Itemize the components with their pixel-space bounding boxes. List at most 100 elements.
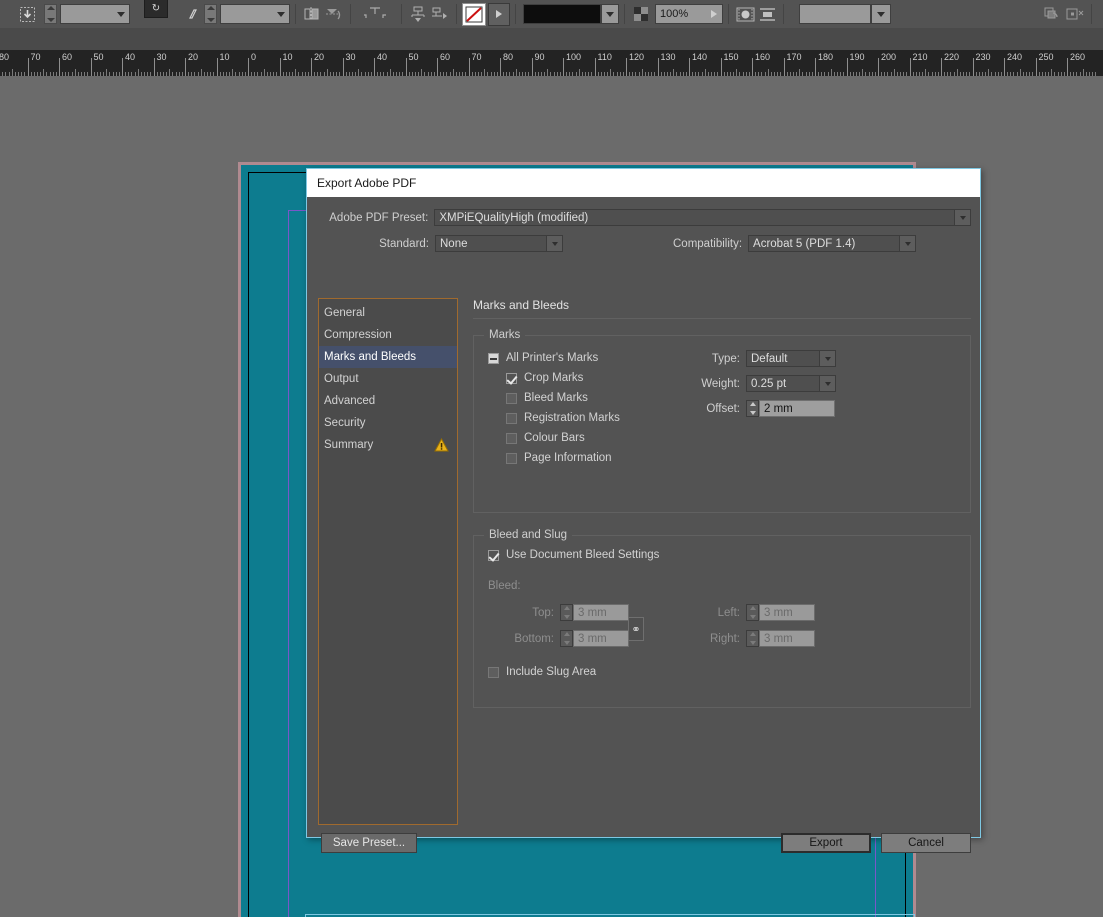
bleed-bottom-input[interactable]: 3 mm — [573, 630, 629, 647]
bleed-bottom-stepper[interactable] — [560, 630, 573, 647]
chevron-down-icon[interactable] — [272, 5, 289, 23]
sidebar-item-summary[interactable]: Summary — [319, 434, 457, 456]
use-document-bleed-row[interactable]: Use Document Bleed Settings — [488, 549, 659, 561]
include-slug-row[interactable]: Include Slug Area — [488, 666, 596, 678]
transform-again-icon[interactable] — [1064, 4, 1086, 24]
checkbox-page-information[interactable] — [506, 452, 517, 464]
bleed-top-input[interactable]: 3 mm — [573, 604, 629, 621]
preset-combo[interactable]: XMPiEQualityHigh (modified) — [434, 209, 971, 226]
chevron-down-icon[interactable] — [112, 5, 129, 23]
chevron-down-icon[interactable] — [819, 351, 835, 366]
marks-weight-combo[interactable]: 0.25 pt — [746, 375, 836, 392]
marks-offset-stepper[interactable] — [746, 400, 759, 417]
sidebar-item-general[interactable]: General — [319, 302, 457, 324]
ruler-minor-tick — [11, 69, 13, 76]
sidebar-item-compression[interactable]: Compression — [319, 324, 457, 346]
flip-horizontal-icon[interactable] — [301, 4, 323, 24]
checkbox-crop-marks[interactable] — [506, 372, 517, 384]
bleed-top-stepper[interactable] — [560, 604, 573, 621]
stroke-play-button[interactable] — [488, 2, 510, 26]
standard-combo[interactable]: None — [435, 235, 563, 252]
update-link-icon[interactable]: ↻ — [144, 0, 168, 18]
history-undo-icon[interactable] — [1042, 4, 1064, 24]
marks-checkbox-row[interactable]: Bleed Marks — [506, 392, 620, 404]
checkbox-all-printer-s-marks[interactable] — [488, 352, 499, 364]
play-icon[interactable] — [705, 5, 722, 23]
transparency-icon[interactable] — [630, 4, 652, 24]
stroke-colour-dropdown[interactable] — [601, 4, 619, 24]
marks-checkbox-row[interactable]: Page Information — [506, 452, 620, 464]
zoom-level-combo[interactable]: 100% — [655, 4, 723, 24]
ruler-major-tick — [1067, 58, 1068, 76]
chevron-down-icon[interactable] — [602, 5, 618, 23]
ruler-label: 40 — [125, 52, 136, 62]
text-frame-options-icon[interactable] — [16, 4, 38, 24]
sidebar-item-output[interactable]: Output — [319, 368, 457, 390]
ruler-label: 10 — [282, 52, 293, 62]
checkbox-label: Page Information — [524, 452, 612, 464]
cancel-button[interactable]: Cancel — [881, 833, 971, 853]
ruler-major-tick — [563, 58, 564, 76]
link-icon[interactable]: ⚭ — [628, 617, 644, 641]
ruler-major-tick — [216, 58, 218, 76]
include-slug-checkbox[interactable] — [488, 666, 499, 678]
align-distribute-icon[interactable] — [407, 4, 429, 24]
ruler-label: 80 — [503, 52, 514, 62]
dialog-title-bar[interactable]: Export Adobe PDF — [307, 169, 980, 197]
ruler-label: 120 — [629, 52, 645, 62]
ruler-major-tick — [405, 58, 407, 76]
distribute-spacing-icon[interactable] — [429, 4, 451, 24]
ruler-major-tick — [27, 58, 29, 76]
bleed-bottom-value: 3 mm — [578, 632, 607, 645]
dialog-sidebar[interactable]: General Compression Marks and Bleeds Output… — [318, 298, 458, 825]
chevron-down-icon[interactable] — [872, 5, 889, 23]
object-style-combo[interactable] — [799, 4, 871, 24]
compatibility-combo[interactable]: Acrobat 5 (PDF 1.4) — [748, 235, 917, 252]
marks-checkbox-row[interactable]: Crop Marks — [506, 372, 620, 384]
horizontal-ruler[interactable]: 80 70 60 50 40 30 20 10 0 10 20 30 40 50 60 70 80 90 100 11… — [0, 50, 1103, 77]
marks-offset-input[interactable]: 2 mm — [759, 400, 835, 417]
bleed-left-label: Left: — [717, 606, 740, 619]
marks-checkbox-row[interactable]: Colour Bars — [506, 432, 620, 444]
object-style-dropdown[interactable] — [871, 4, 891, 24]
shear-icon[interactable] — [182, 4, 204, 24]
ruler-minor-tick — [515, 69, 517, 76]
flip-vertical-icon[interactable] — [323, 4, 345, 24]
bleed-left-stepper[interactable] — [746, 604, 759, 621]
object-style-icon[interactable] — [756, 4, 778, 24]
checkbox-bleed-marks[interactable] — [506, 392, 517, 404]
chevron-down-icon[interactable] — [954, 210, 970, 225]
marks-checkbox-row[interactable]: All Printer's Marks — [488, 352, 620, 364]
bleed-left-input[interactable]: 3 mm — [759, 604, 815, 621]
paragraph-stepper[interactable] — [44, 4, 57, 24]
ruler-major-tick — [248, 58, 249, 76]
effects-icon[interactable] — [734, 4, 756, 24]
ruler-label: 50 — [408, 52, 419, 62]
bleed-top-value: 3 mm — [578, 606, 607, 619]
export-button[interactable]: Export — [781, 833, 871, 853]
ruler-major-tick — [153, 58, 155, 76]
shear-angle-combo[interactable] — [220, 4, 290, 24]
use-document-bleed-checkbox[interactable] — [488, 549, 499, 561]
shear-stepper[interactable] — [204, 4, 217, 24]
bleed-right-stepper[interactable] — [746, 630, 759, 647]
checkbox-colour-bars[interactable] — [506, 432, 517, 444]
stroke-colour-swatch[interactable] — [523, 4, 601, 24]
paragraph-style-combo[interactable] — [60, 4, 130, 24]
text-wrap-icon[interactable] — [356, 4, 396, 24]
marks-type-combo[interactable]: Default — [746, 350, 836, 367]
chevron-down-icon[interactable] — [819, 376, 835, 391]
no-stroke-swatch[interactable] — [462, 2, 486, 26]
sidebar-item-marks-and-bleeds[interactable]: Marks and Bleeds — [319, 346, 457, 368]
sidebar-item-advanced[interactable]: Advanced — [319, 390, 457, 412]
chevron-down-icon[interactable] — [546, 236, 562, 251]
checkbox-registration-marks[interactable] — [506, 412, 517, 424]
bleed-right-input[interactable]: 3 mm — [759, 630, 815, 647]
ruler-label: 130 — [660, 52, 676, 62]
chevron-down-icon[interactable] — [899, 236, 916, 251]
save-preset-button[interactable]: Save Preset... — [321, 833, 417, 853]
ruler-label: 180 — [818, 52, 834, 62]
sidebar-item-label: Compression — [324, 329, 392, 341]
sidebar-item-security[interactable]: Security — [319, 412, 457, 434]
marks-checkbox-row[interactable]: Registration Marks — [506, 412, 620, 424]
